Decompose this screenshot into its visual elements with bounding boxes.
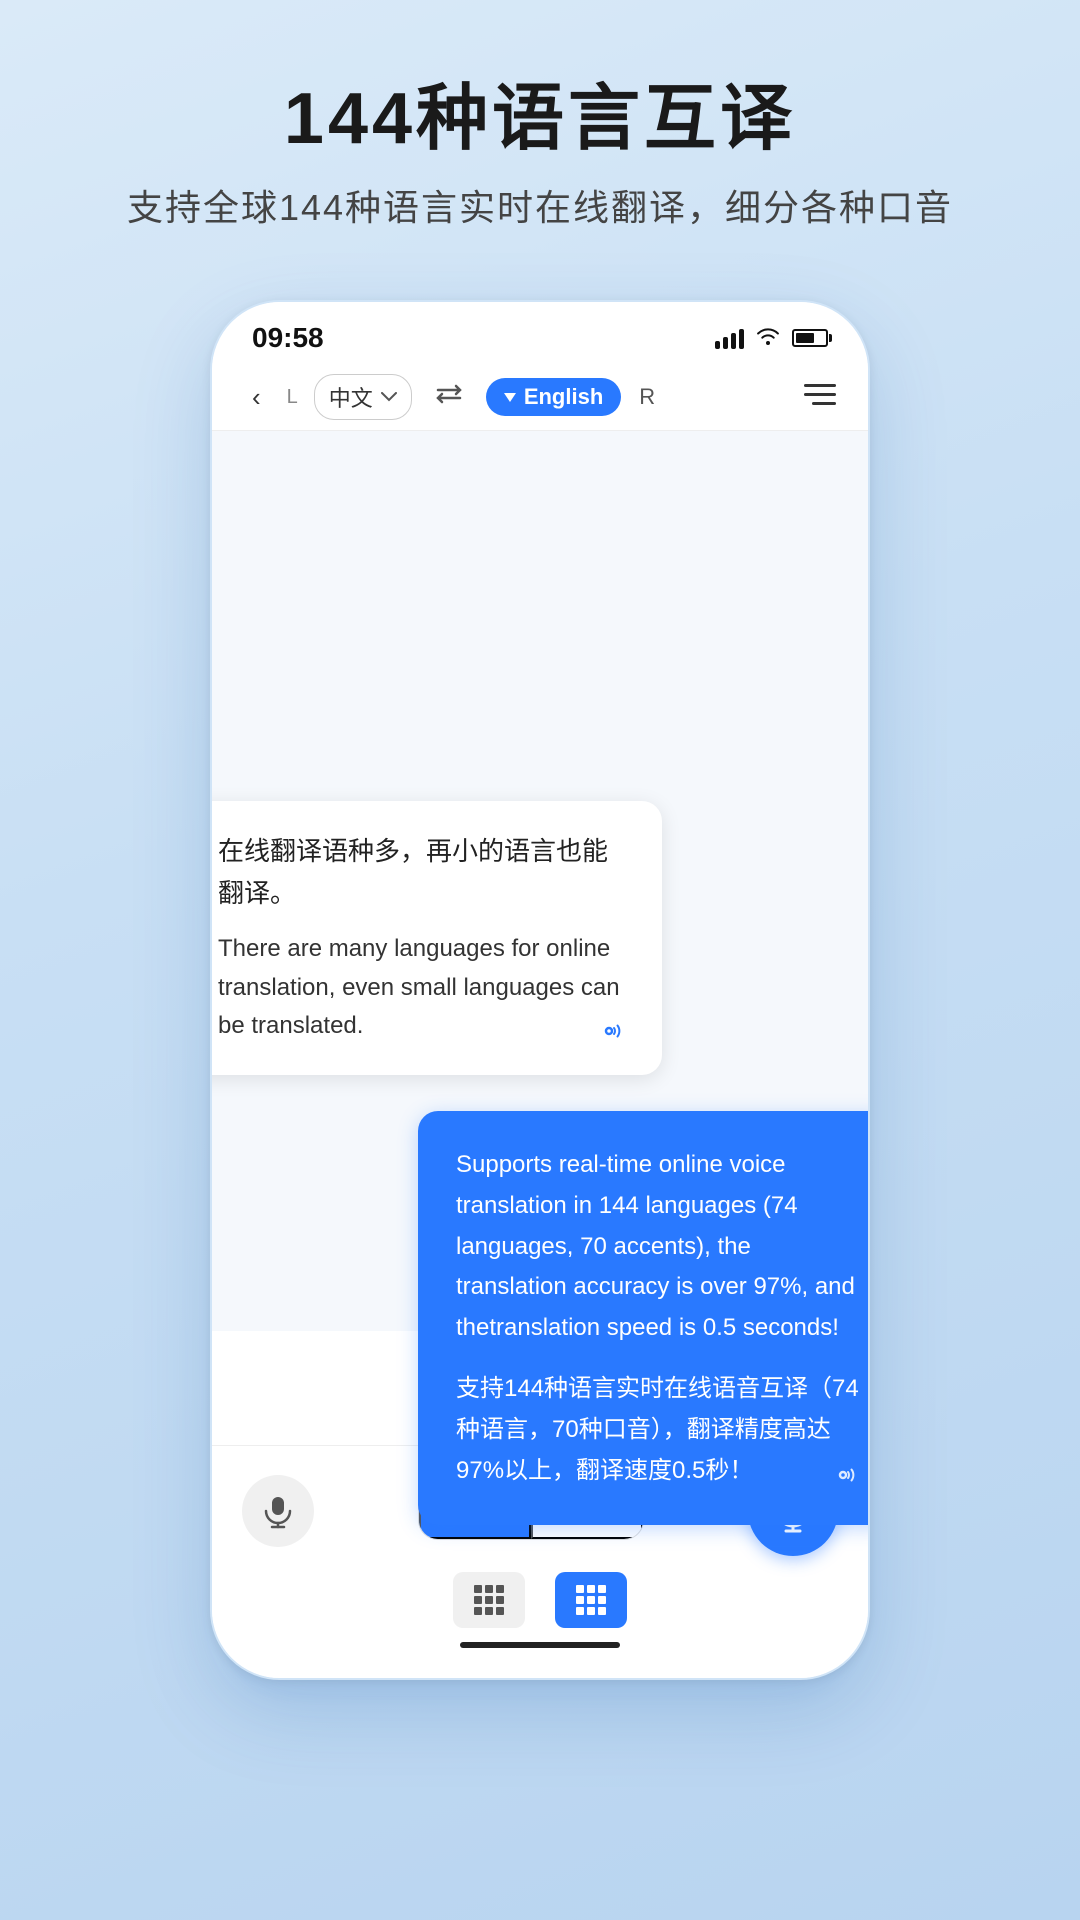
lang-right-prefix: R [639, 384, 655, 410]
keyboard-grid-icon-active [576, 1585, 606, 1615]
phone-wrapper: 09:58 [170, 300, 910, 1820]
lang-left-prefix: L [287, 386, 298, 409]
keyboard-grid-icon [474, 1585, 504, 1615]
left-bubble: 在线翻译语种多，再小的语言也能翻译。 There are many langua… [210, 801, 662, 1075]
battery-icon [792, 329, 828, 347]
swap-icon[interactable] [428, 382, 470, 413]
flag-icon [504, 393, 516, 402]
left-bubble-wrap: 在线翻译语种多，再小的语言也能翻译。 There are many langua… [210, 801, 662, 1075]
audio-icon-left[interactable] [600, 1015, 626, 1057]
mic-button-left[interactable] [242, 1475, 314, 1547]
main-title: 144种语言互译 [0, 80, 1080, 159]
right-bubble-en: Supports real-time online voice translat… [456, 1145, 860, 1349]
sub-title: 支持全球144种语言实时在线翻译，细分各种口音 [0, 179, 1080, 231]
right-bubble: Supports real-time online voice translat… [418, 1111, 870, 1525]
wifi-icon [756, 325, 780, 351]
nav-bar: ‹ L 中文 English [212, 364, 868, 431]
chat-area: 在线翻译语种多，再小的语言也能翻译。 There are many langua… [212, 431, 868, 1331]
mic-icon-left [260, 1493, 296, 1529]
menu-icon[interactable] [802, 380, 838, 415]
lang-right-selector[interactable]: English [486, 378, 621, 416]
lang-right-name: English [524, 384, 603, 410]
keyboard-row [242, 1572, 838, 1628]
page-background: 144种语言互译 支持全球144种语言实时在线翻译，细分各种口音 09:58 [0, 0, 1080, 271]
lang-left-name: 中文 [329, 381, 373, 413]
page-header: 144种语言互译 支持全球144种语言实时在线翻译，细分各种口音 [0, 0, 1080, 271]
back-button[interactable]: ‹ [242, 376, 271, 419]
phone-mockup: 09:58 [210, 300, 870, 1680]
home-indicator [460, 1642, 620, 1648]
keyboard-button-right[interactable] [555, 1572, 627, 1628]
status-icons [715, 325, 828, 351]
keyboard-button-left[interactable] [453, 1572, 525, 1628]
signal-icon [715, 327, 744, 349]
lang-left-selector[interactable]: 中文 [314, 374, 412, 420]
status-time: 09:58 [252, 322, 324, 354]
left-bubble-en: There are many languages for online tran… [218, 930, 626, 1045]
audio-icon-right[interactable] [834, 1457, 860, 1501]
right-bubble-zh: 支持144种语言实时在线语音互译（74种语言，70种口音），翻译精度高达97%以… [456, 1369, 860, 1491]
right-bubble-wrap: Supports real-time online voice translat… [418, 1111, 870, 1525]
chevron-down-icon [381, 392, 397, 402]
left-bubble-zh: 在线翻译语种多，再小的语言也能翻译。 [218, 831, 626, 914]
status-bar: 09:58 [212, 302, 868, 364]
